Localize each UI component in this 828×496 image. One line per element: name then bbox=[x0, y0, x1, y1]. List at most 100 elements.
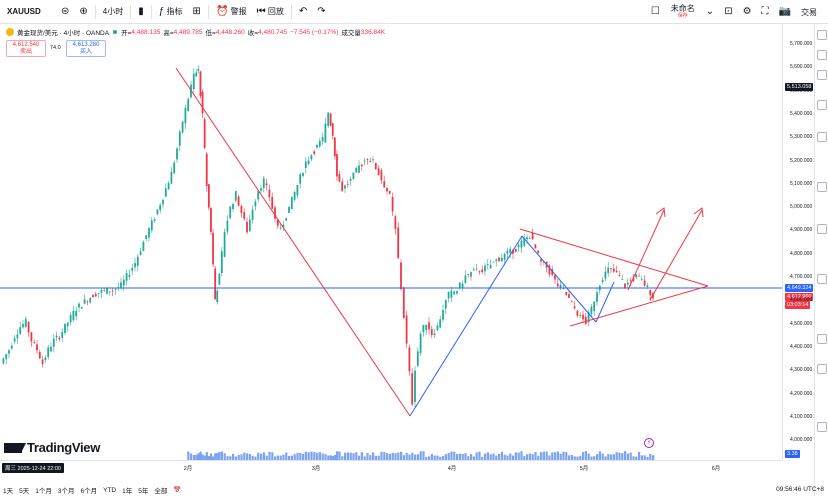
compare-icon[interactable]: ⊜ bbox=[56, 0, 74, 24]
candle-body bbox=[495, 259, 498, 261]
volume-bar bbox=[349, 452, 352, 460]
time-tick-label: 4月 bbox=[447, 466, 457, 472]
candle-body bbox=[310, 155, 313, 160]
candle-body bbox=[509, 248, 512, 253]
candle-body bbox=[22, 324, 24, 328]
volume-bar bbox=[243, 452, 246, 460]
range-button[interactable]: 5天 bbox=[16, 485, 32, 495]
volume-bar bbox=[554, 452, 557, 460]
sell-button[interactable]: 4,612.540 卖出 bbox=[6, 40, 46, 57]
candle-body bbox=[58, 337, 61, 340]
chevron-down-icon[interactable]: ⌄ bbox=[701, 0, 719, 24]
buy-button[interactable]: 4,613.280 买入 bbox=[66, 40, 106, 57]
sell-price: 4,612.540 bbox=[12, 42, 40, 48]
calendar-icon[interactable] bbox=[817, 70, 827, 80]
screener-icon[interactable] bbox=[817, 334, 827, 344]
range-button[interactable]: 1天 bbox=[0, 485, 16, 495]
ideas-icon[interactable] bbox=[817, 132, 827, 142]
range-button[interactable]: 5年 bbox=[135, 485, 151, 495]
templates-icon[interactable]: ⊞ bbox=[188, 0, 206, 24]
range-button[interactable]: 3个月 bbox=[55, 485, 78, 495]
layout-status: 保存 bbox=[677, 13, 688, 19]
volume-bar bbox=[299, 453, 302, 460]
fullscreen-icon[interactable]: ⛶ bbox=[757, 0, 774, 24]
lightning-icon[interactable]: ⚡ bbox=[644, 438, 654, 448]
range-button[interactable]: 6个月 bbox=[78, 485, 101, 495]
candle-body bbox=[461, 283, 464, 288]
candle-body bbox=[331, 123, 334, 136]
volume-bar bbox=[629, 452, 632, 460]
time-axis[interactable]: 周三 2025-12-24 22:00 2月 3月 4月 5月 6月 bbox=[0, 460, 782, 474]
layout-square-icon[interactable]: ☐ bbox=[646, 0, 665, 24]
replay-button[interactable]: ⏮ 回放 bbox=[252, 0, 289, 24]
chart-canvas[interactable] bbox=[0, 24, 782, 460]
indicators-label: 指标 bbox=[166, 7, 183, 16]
date-range-calendar-icon[interactable]: 📅 bbox=[170, 486, 184, 494]
news-icon[interactable] bbox=[817, 182, 827, 192]
indicators-icon: ƒ bbox=[158, 5, 165, 17]
volume-bar bbox=[582, 452, 585, 460]
candle-body bbox=[506, 250, 509, 254]
candle-body bbox=[50, 346, 52, 352]
candle-body bbox=[447, 291, 450, 299]
help-icon[interactable] bbox=[817, 422, 827, 432]
layout-name[interactable]: 未命名 保存 bbox=[671, 5, 695, 19]
volume-bar bbox=[214, 453, 217, 460]
volume-bar bbox=[352, 453, 355, 460]
redo-icon[interactable]: ↷ bbox=[312, 0, 330, 24]
hotlist-icon[interactable] bbox=[817, 224, 827, 234]
candle-body bbox=[61, 332, 64, 338]
candle-body bbox=[534, 244, 537, 249]
candle-body bbox=[528, 238, 531, 239]
candle-body bbox=[148, 228, 150, 238]
volume-bar bbox=[223, 453, 226, 460]
candle-body bbox=[478, 271, 481, 273]
trade-button[interactable]: 交易 bbox=[796, 0, 822, 24]
candle-body bbox=[450, 290, 453, 298]
volume-bar bbox=[246, 453, 249, 460]
range-button[interactable]: 1个月 bbox=[32, 485, 55, 495]
candle-body bbox=[285, 218, 288, 221]
chat-icon[interactable] bbox=[817, 100, 827, 110]
candle-body bbox=[453, 291, 456, 295]
volume-bar bbox=[397, 452, 400, 460]
candle-body bbox=[374, 163, 377, 170]
chart-type-icon[interactable]: ▮ bbox=[133, 0, 149, 24]
clock[interactable]: 09:56:46 UTC+8 bbox=[776, 484, 824, 496]
volume-bar bbox=[411, 452, 414, 460]
camera-icon[interactable]: 📷 bbox=[774, 0, 796, 24]
candle-body bbox=[318, 140, 321, 147]
add-symbol-icon[interactable]: ⊕ bbox=[74, 0, 92, 24]
candle-body bbox=[626, 282, 629, 285]
range-button[interactable]: YTD bbox=[100, 487, 119, 494]
interval-selector[interactable]: 4小时 bbox=[98, 0, 128, 24]
candle-body bbox=[192, 73, 195, 90]
quick-search-icon[interactable]: ⊡ bbox=[719, 0, 737, 24]
notifications-icon[interactable] bbox=[817, 364, 827, 374]
volume-bar bbox=[372, 452, 375, 460]
settings-gear-icon[interactable]: ⚙ bbox=[738, 0, 757, 24]
symbol-search[interactable]: XAUUSD bbox=[0, 0, 56, 24]
candle-body bbox=[257, 191, 260, 200]
volume-bar bbox=[296, 452, 299, 460]
candle-body bbox=[358, 165, 360, 173]
candle-body bbox=[607, 267, 610, 274]
volume-bar bbox=[187, 451, 190, 460]
undo-icon[interactable]: ↶ bbox=[294, 0, 312, 24]
indicators-button[interactable]: ƒ 指标 bbox=[154, 0, 188, 24]
spread-value: 74.0 bbox=[50, 45, 61, 51]
range-button[interactable]: 1年 bbox=[119, 485, 135, 495]
candle-body bbox=[69, 315, 72, 323]
candle-body bbox=[210, 207, 212, 233]
alerts-icon[interactable] bbox=[817, 50, 827, 60]
stream-icon[interactable] bbox=[817, 274, 827, 284]
alert-button[interactable]: ⏰ 警报 bbox=[211, 0, 252, 24]
candle-body bbox=[341, 181, 344, 192]
candle-body bbox=[170, 171, 173, 184]
candle-body bbox=[8, 350, 10, 354]
range-button[interactable]: 全部 bbox=[151, 485, 170, 495]
bottom-range-bar: 1天 5天 1个月 3个月 6个月 YTD 1年 5年 全部 📅 09:56:46 UTC+8 bbox=[0, 484, 828, 496]
divider bbox=[290, 4, 292, 19]
volume-bar bbox=[551, 452, 554, 460]
watchlist-icon[interactable] bbox=[817, 30, 827, 40]
